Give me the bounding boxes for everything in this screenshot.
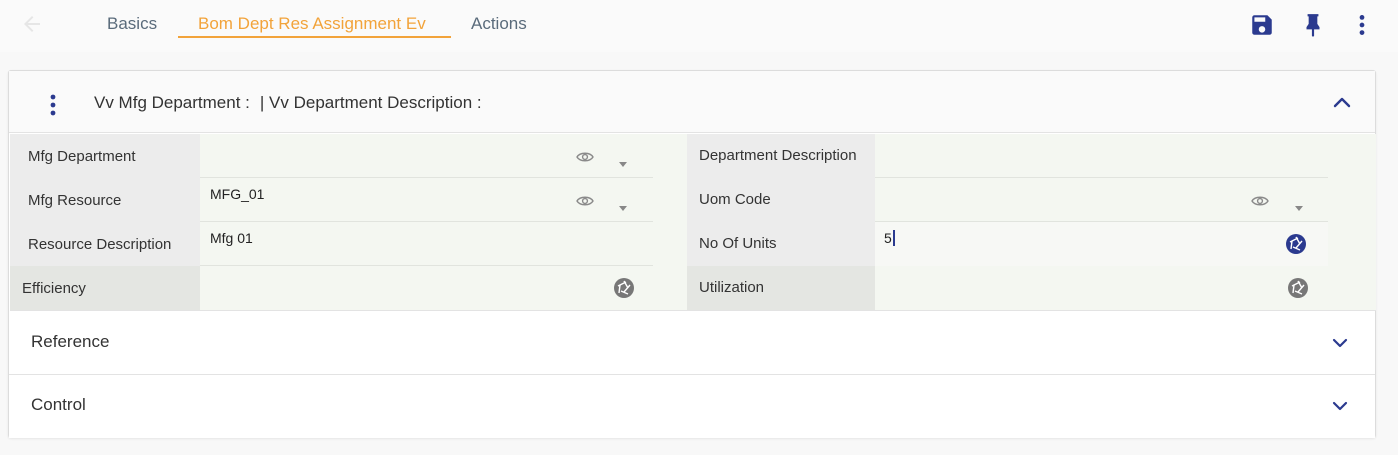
resource-description-input[interactable]: Mfg 01	[200, 222, 653, 266]
pin-icon[interactable]	[1300, 12, 1326, 38]
card-title: Vv Mfg Department : | Vv Department Descr…	[94, 93, 482, 113]
section-control[interactable]: Control	[9, 375, 1375, 438]
tab-basics[interactable]: Basics	[107, 14, 157, 34]
department-description-input[interactable]	[875, 134, 1328, 178]
dropdown-caret-icon[interactable]	[619, 198, 627, 211]
field-mfg-department: Mfg Department	[10, 134, 653, 178]
save-icon[interactable]	[1249, 12, 1275, 38]
top-bar: Basics Bom Dept Res Assignment Ev Action…	[0, 0, 1398, 52]
efficiency-input[interactable]	[200, 266, 653, 310]
uom-code-input[interactable]	[875, 178, 1328, 222]
more-vert-icon[interactable]	[1349, 12, 1375, 38]
header-department-description: | Vv Department Description :	[259, 93, 482, 112]
field-label: Mfg Department	[10, 134, 200, 178]
card-header: Vv Mfg Department : | Vv Department Descr…	[9, 71, 1375, 133]
section-title: Reference	[31, 332, 110, 351]
field-label: Resource Description	[10, 222, 200, 266]
eye-icon[interactable]	[1251, 194, 1269, 206]
dropdown-caret-icon[interactable]	[619, 154, 627, 167]
aperture-icon[interactable]	[1288, 278, 1308, 298]
field-label: Efficiency	[10, 266, 200, 310]
chevron-down-icon[interactable]	[1331, 336, 1349, 350]
text-cursor	[892, 230, 895, 246]
eye-icon[interactable]	[576, 150, 594, 162]
card-menu-icon[interactable]	[47, 93, 59, 117]
field-value-wrap: 5	[884, 230, 895, 246]
mfg-resource-input[interactable]: MFG_01	[200, 178, 653, 222]
active-tab-indicator	[178, 36, 451, 38]
chevron-down-icon[interactable]	[1331, 399, 1349, 413]
field-label: Utilization	[687, 266, 875, 310]
field-uom-code: Uom Code	[687, 178, 1328, 222]
field-value: MFG_01	[210, 186, 265, 202]
field-label: Mfg Resource	[10, 178, 200, 222]
header-mfg-department: Vv Mfg Department :	[94, 93, 250, 112]
field-resource-description: Resource Description Mfg 01	[10, 222, 653, 266]
chevron-up-icon[interactable]	[1331, 93, 1353, 111]
field-mfg-resource: Mfg Resource MFG_01	[10, 178, 653, 222]
eye-icon[interactable]	[576, 194, 594, 206]
back-arrow-icon[interactable]	[20, 12, 44, 36]
mfg-department-input[interactable]	[200, 134, 653, 178]
dropdown-caret-icon[interactable]	[1295, 198, 1303, 211]
tab-bom-dept-res-assignment[interactable]: Bom Dept Res Assignment Ev	[198, 14, 426, 34]
field-label: Department Description	[687, 134, 875, 178]
aperture-icon[interactable]	[614, 278, 634, 298]
field-value: 5	[884, 230, 892, 246]
field-efficiency: Efficiency	[10, 266, 653, 310]
field-label: No Of Units	[687, 222, 875, 266]
basic-form: Mfg Department Mfg Resource MFG_01 Resou…	[10, 134, 1376, 311]
utilization-input[interactable]	[875, 266, 1328, 310]
no-of-units-input[interactable]: 5	[875, 222, 1328, 266]
field-department-description: Department Description	[687, 134, 1328, 178]
tab-actions[interactable]: Actions	[471, 14, 527, 34]
field-utilization: Utilization	[687, 266, 1328, 310]
field-label: Uom Code	[687, 178, 875, 222]
section-title: Control	[31, 395, 86, 414]
form-card: Vv Mfg Department : | Vv Department Descr…	[8, 70, 1376, 438]
section-reference[interactable]: Reference	[9, 312, 1375, 375]
field-value: Mfg 01	[210, 230, 253, 246]
field-no-of-units: No Of Units 5	[687, 222, 1328, 266]
aperture-icon[interactable]	[1286, 234, 1306, 254]
